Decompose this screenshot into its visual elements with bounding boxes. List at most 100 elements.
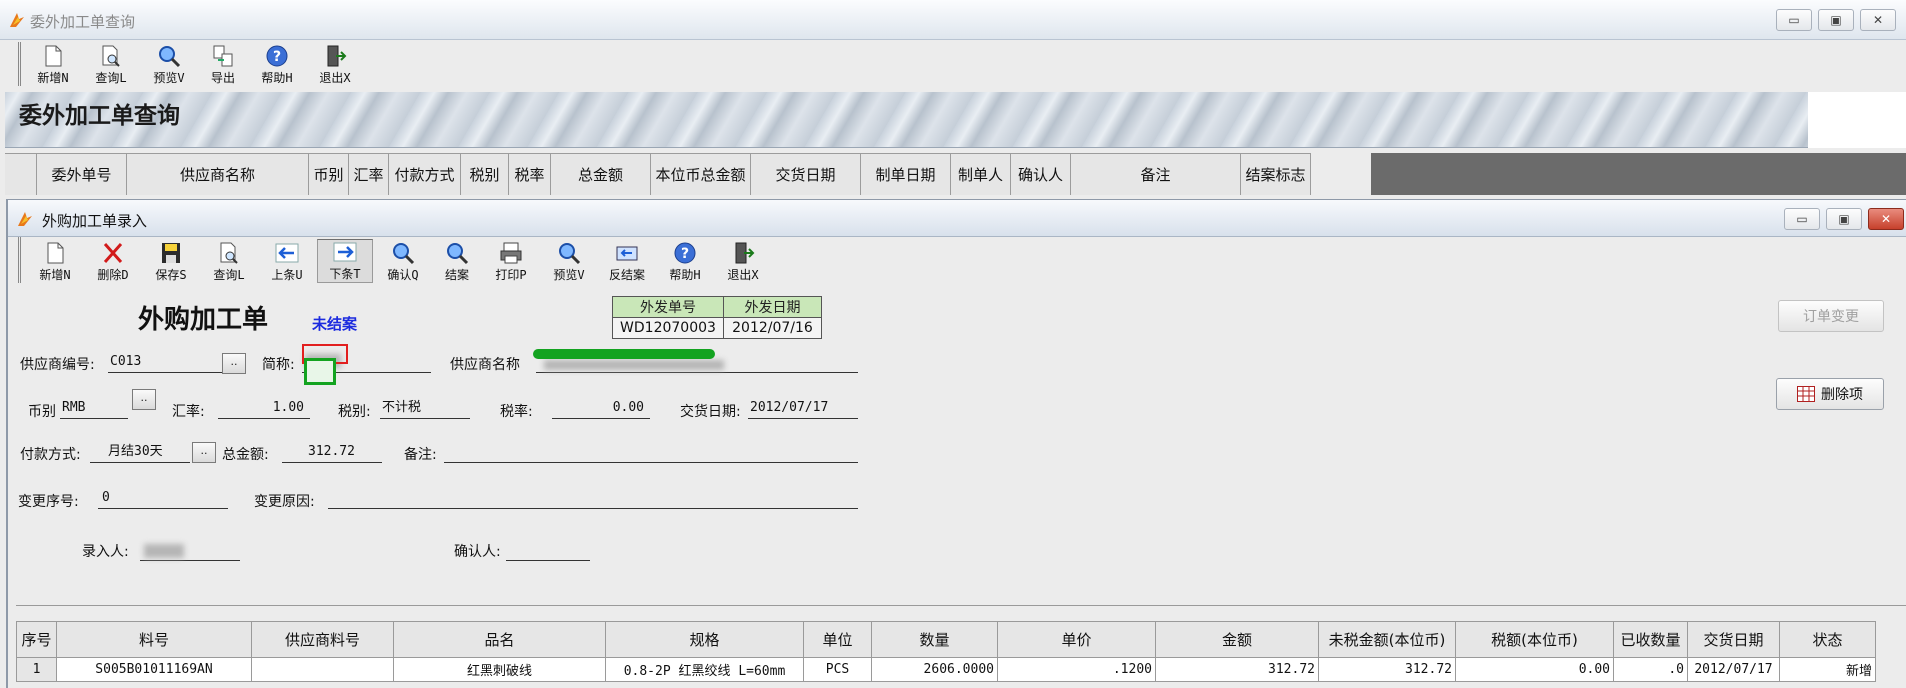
rate-field[interactable]: 1.00: [218, 399, 310, 419]
toolbar-button-exit-door[interactable]: 退出X: [307, 44, 363, 86]
new-doc-icon: [47, 242, 64, 264]
outer-maximize-button[interactable]: ▣: [1818, 9, 1854, 31]
toolbar-button-preview-magnifier[interactable]: 预览V: [141, 44, 197, 86]
detail-grid-column-header[interactable]: 规格: [605, 621, 804, 658]
detail-grid-column-header[interactable]: 未税金额(本位币): [1318, 621, 1456, 658]
table-cell[interactable]: 312.72: [1318, 657, 1456, 682]
toolbar-button-exit-door[interactable]: 退出X: [715, 241, 771, 283]
table-cell[interactable]: .1200: [997, 657, 1156, 682]
detail-grid-column-header[interactable]: 序号: [16, 621, 57, 658]
table-cell[interactable]: .0: [1613, 657, 1688, 682]
toolbar-button-export[interactable]: 导出: [199, 44, 247, 86]
detail-grid-column-header[interactable]: 税额(本位币): [1455, 621, 1614, 658]
supplier-code-field[interactable]: C013: [108, 353, 222, 373]
outer-minimize-button[interactable]: ▭: [1776, 9, 1812, 31]
toolbar-button-query-doc[interactable]: 查询L: [83, 44, 139, 86]
remark-field[interactable]: [444, 443, 858, 463]
change-no-field[interactable]: 0: [98, 489, 228, 509]
detail-grid-column-header[interactable]: 品名: [393, 621, 606, 658]
outer-grid-column-header[interactable]: 交货日期: [751, 154, 861, 195]
tax-rate-field[interactable]: 0.00: [552, 399, 650, 419]
close-case-magnifier-icon: [447, 243, 469, 265]
detail-grid-column-header[interactable]: 单位: [803, 621, 872, 658]
outer-grid-column-header[interactable]: 结案标志: [1241, 154, 1311, 195]
outer-grid-column-header[interactable]: 供应商名称: [127, 154, 309, 195]
detail-grid-column-header[interactable]: 供应商料号: [251, 621, 394, 658]
delete-item-button[interactable]: 删除项: [1776, 378, 1884, 410]
payment-field[interactable]: 月结30天: [90, 443, 190, 463]
change-reason-field[interactable]: [328, 489, 858, 509]
inner-maximize-button[interactable]: ▣: [1826, 208, 1862, 230]
toolbar-button-delete-x[interactable]: 删除D: [85, 241, 141, 283]
toolbar-button-confirm-magnifier[interactable]: 确认Q: [375, 241, 431, 283]
toolbar-button-help[interactable]: ? 帮助H: [249, 44, 305, 86]
toolbar-button-preview-magnifier[interactable]: 预览V: [541, 241, 597, 283]
table-cell[interactable]: 2606.0000: [871, 657, 998, 682]
outer-grid-column-header[interactable]: 汇率: [349, 154, 389, 195]
supplier-picker-button[interactable]: ..: [222, 353, 246, 374]
banner-title: 委外加工单查询: [19, 102, 180, 129]
banner-blank: [1808, 92, 1906, 148]
currency-field[interactable]: RMB: [60, 399, 128, 419]
outer-grid-column-header[interactable]: 税率: [509, 154, 551, 195]
currency-label: 币别: [28, 404, 56, 420]
inner-minimize-button[interactable]: ▭: [1784, 208, 1820, 230]
table-cell[interactable]: 0.00: [1455, 657, 1614, 682]
outer-close-button[interactable]: ✕: [1860, 9, 1896, 31]
tax-type-field[interactable]: 不计税: [380, 399, 470, 419]
toolbar-button-query-doc[interactable]: 查询L: [201, 241, 257, 283]
confirmed-by-label: 确认人:: [454, 544, 501, 560]
detail-grid-column-header[interactable]: 单价: [997, 621, 1156, 658]
delivery-date-field[interactable]: 2012/07/17: [748, 399, 858, 419]
supplier-code-label: 供应商编号:: [20, 357, 95, 373]
close-status-label: 未结案: [312, 315, 358, 333]
payment-picker-button[interactable]: ..: [192, 442, 216, 463]
detail-grid-column-header[interactable]: 料号: [56, 621, 252, 658]
table-cell[interactable]: 312.72: [1155, 657, 1319, 682]
toolbar-button-new-doc[interactable]: 新增N: [27, 241, 83, 283]
detail-grid-column-header[interactable]: 状态: [1779, 621, 1876, 658]
outer-grid-column-header[interactable]: 币别: [309, 154, 349, 195]
toolbar-button-label: 导出: [210, 71, 235, 85]
table-row[interactable]: 1 S005B01011169AN 红黑刺破线 0.8-2P 红黑绞线 L=60mm P…: [16, 657, 1876, 682]
outer-grid-column-header[interactable]: 总金额: [551, 154, 651, 195]
detail-grid-column-header[interactable]: 交货日期: [1687, 621, 1780, 658]
toolbar-button-printer[interactable]: 打印P: [483, 241, 539, 283]
toolbar-button-label: 反结案: [608, 268, 645, 282]
toolbar-button-arrow-left[interactable]: 上条U: [259, 241, 315, 283]
outer-grid-column-header[interactable]: 委外单号: [37, 154, 127, 195]
order-change-button[interactable]: 订单变更: [1778, 300, 1884, 332]
query-doc-icon: [102, 45, 120, 67]
outer-grid-column-header[interactable]: 付款方式: [389, 154, 461, 195]
outer-grid-column-header[interactable]: 制单人: [951, 154, 1011, 195]
table-cell[interactable]: S005B01011169AN: [56, 657, 252, 682]
toolbar-button-label: 新增N: [39, 268, 71, 282]
toolbar-button-arrow-right[interactable]: 下条T: [317, 239, 373, 283]
currency-picker-button[interactable]: ..: [132, 389, 156, 410]
table-cell[interactable]: PCS: [803, 657, 872, 682]
toolbar-button-label: 帮助H: [261, 71, 293, 85]
toolbar-button-new-doc[interactable]: 新增N: [25, 44, 81, 86]
table-cell[interactable]: [251, 657, 394, 682]
outer-grid-column-header[interactable]: 本位币总金额: [651, 154, 751, 195]
tax-type-label: 税别:: [338, 404, 371, 420]
outer-grid-column-header[interactable]: 确认人: [1011, 154, 1071, 195]
table-cell[interactable]: 新增: [1779, 657, 1876, 682]
redacted-supplier-name: [544, 360, 724, 370]
detail-grid-column-header[interactable]: 已收数量: [1613, 621, 1688, 658]
toolbar-button-save-disk[interactable]: 保存S: [143, 241, 199, 283]
table-cell[interactable]: 2012/07/17: [1687, 657, 1780, 682]
outer-grid-column-header[interactable]: 备注: [1071, 154, 1241, 195]
table-cell[interactable]: 红黑刺破线: [393, 657, 606, 682]
detail-grid-column-header[interactable]: 金额: [1155, 621, 1319, 658]
toolbar-button-reverse-close[interactable]: 反结案: [599, 241, 655, 283]
delete-x-icon: [103, 243, 123, 263]
toolbar-button-help[interactable]: ? 帮助H: [657, 241, 713, 283]
inner-close-button[interactable]: ✕: [1868, 208, 1904, 230]
detail-grid-column-header[interactable]: 数量: [871, 621, 998, 658]
outer-grid-column-header[interactable]: 制单日期: [861, 154, 951, 195]
table-cell[interactable]: 0.8-2P 红黑绞线 L=60mm: [605, 657, 804, 682]
table-cell[interactable]: 1: [16, 657, 57, 682]
toolbar-button-close-case-magnifier[interactable]: 结案: [433, 241, 481, 283]
outer-grid-column-header[interactable]: 税别: [461, 154, 509, 195]
